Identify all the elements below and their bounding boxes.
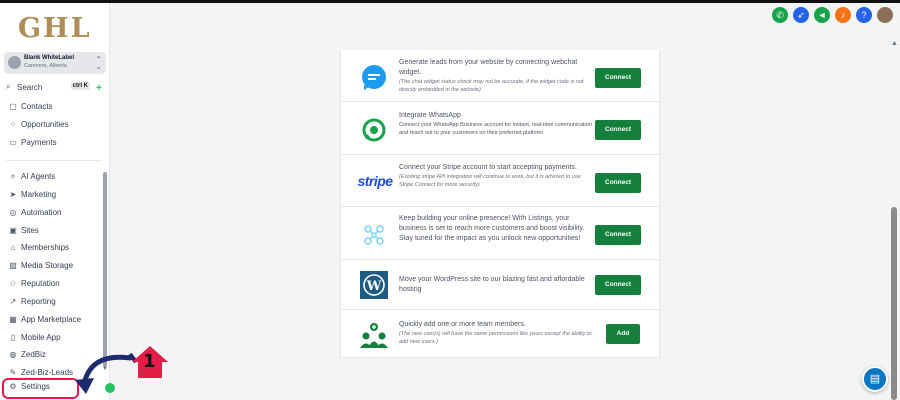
app-logo[interactable]: GHL	[18, 13, 92, 44]
connect-listings-button[interactable]: Connect	[595, 225, 641, 245]
connect-webchat-button[interactable]: Connect	[595, 68, 641, 88]
automation-icon: ◎	[9, 208, 17, 217]
account-avatar-icon	[8, 56, 21, 69]
sidebar-item-reputation[interactable]: ☆ Reputation	[8, 279, 59, 293]
integration-row-team: Quickly add one or more team members. (T…	[341, 310, 661, 358]
app-marketplace-icon: ▦	[9, 315, 17, 324]
bell-icon[interactable]: ♪	[835, 7, 851, 23]
integration-row-wordpress: W Move your WordPress site to our blazin…	[341, 260, 661, 310]
listings-icon	[359, 220, 389, 250]
integration-row-webchat: Generate leads from your website by conn…	[341, 50, 661, 102]
team-members-icon	[359, 320, 389, 350]
sidebar-item-memberships[interactable]: ⌂ Memberships	[8, 243, 69, 257]
integration-description: Move your WordPress site to our blazing …	[399, 276, 585, 293]
sidebar-item-contacts[interactable]: ▢ Contacts	[8, 102, 52, 116]
opportunities-icon: ⁘	[9, 120, 17, 129]
connect-whatsapp-button[interactable]: Connect	[595, 120, 641, 140]
search-icon: ⌕	[6, 82, 11, 91]
webchat-icon	[359, 62, 389, 92]
account-name: Blank WhiteLabel	[24, 55, 75, 61]
integration-note: (The chat widget status check may not be…	[399, 79, 584, 93]
quick-add-icon[interactable]: +	[94, 84, 104, 94]
integration-row-listings: Keep building your online presence! With…	[341, 207, 661, 260]
main-scrollbar[interactable]	[891, 207, 897, 400]
integration-description: Connect your Stripe account to start acc…	[399, 164, 577, 171]
integration-description: Generate leads from your website by conn…	[399, 59, 578, 76]
help-icon[interactable]: ?	[856, 7, 872, 23]
sidebar-scrollbar[interactable]	[103, 172, 107, 367]
media-storage-icon: ▨	[9, 261, 17, 270]
ai-agents-icon: ✧	[9, 172, 17, 181]
integrations-panel: Generate leads from your website by conn…	[340, 50, 661, 358]
account-location: Canmore, Alberta	[24, 63, 67, 69]
integration-description: Connect your WhatsApp Business account f…	[399, 122, 592, 136]
search-label: Search	[17, 83, 43, 92]
reporting-icon: ↗	[9, 297, 17, 306]
stripe-logo: stripe	[357, 166, 393, 196]
annotation-step-number: 1	[143, 351, 156, 372]
phone-icon[interactable]: ✆	[772, 7, 788, 23]
integration-row-whatsapp: Integrate WhatsApp Connect your WhatsApp…	[341, 102, 661, 155]
top-border	[0, 0, 900, 3]
sidebar-item-media-storage[interactable]: ▨ Media Storage	[8, 261, 73, 275]
stripe-logo-text: stripe	[357, 173, 393, 189]
chevron-updown-icon: ⌃ ⌄	[95, 55, 102, 71]
integration-note: (Existing stripe API integration will co…	[399, 174, 581, 188]
integration-description: Quickly add one or more team members.	[399, 321, 526, 328]
sidebar-item-app-marketplace[interactable]: ▦ App Marketplace	[8, 315, 81, 329]
chat-support-icon[interactable]: ▤	[862, 366, 888, 392]
integration-description: Keep building your online presence! With…	[399, 215, 585, 242]
sidebar-item-reporting[interactable]: ↗ Reporting	[8, 297, 56, 311]
add-team-member-button[interactable]: Add	[606, 324, 640, 344]
megaphone-icon[interactable]: ◄	[814, 7, 830, 23]
connect-wordpress-button[interactable]: Connect	[595, 275, 641, 295]
payments-icon: ▭	[9, 138, 17, 147]
account-switcher[interactable]: Blank WhiteLabel Canmore, Alberta ⌃ ⌄	[4, 52, 106, 74]
integration-note: (The new user(s) will have the same perm…	[399, 331, 592, 345]
whatsapp-icon	[359, 115, 389, 145]
sidebar-item-payments[interactable]: ▭ Payments	[8, 138, 56, 152]
sidebar-item-automation[interactable]: ◎ Automation	[8, 208, 62, 222]
wordpress-icon: W	[359, 270, 389, 300]
user-avatar[interactable]	[877, 7, 893, 23]
sidebar-item-zedbiz[interactable]: ◍ ZedBiz	[8, 350, 46, 364]
svg-text:W: W	[366, 279, 382, 294]
sites-icon: ▣	[9, 226, 17, 235]
zedbiz-icon: ◍	[9, 350, 17, 359]
integration-row-stripe: stripe Connect your Stripe account to st…	[341, 155, 661, 207]
connect-stripe-button[interactable]: Connect	[595, 173, 641, 193]
sidebar-item-sites[interactable]: ▣ Sites	[8, 226, 39, 240]
mobile-app-icon: ▯	[10, 333, 16, 342]
contacts-icon: ▢	[9, 102, 17, 111]
search-bar[interactable]: ⌕ Search ctrl K	[4, 81, 92, 95]
integration-title: Integrate WhatsApp	[399, 112, 461, 119]
nav-divider	[6, 160, 102, 161]
sidebar-item-opportunities[interactable]: ⁘ Opportunities	[8, 120, 69, 134]
rocket-icon[interactable]: ➶	[793, 7, 809, 23]
reputation-icon: ☆	[9, 279, 17, 288]
sidebar-item-ai-agents[interactable]: ✧ AI Agents	[8, 172, 56, 186]
zed-biz-leads-icon: ✎	[9, 368, 17, 377]
annotation-arrow-icon	[75, 346, 168, 394]
scroll-up-arrow-icon[interactable]: ▲	[891, 40, 898, 47]
memberships-icon: ⌂	[10, 243, 16, 252]
marketing-icon: ➤	[9, 190, 17, 199]
sidebar-item-mobile-app[interactable]: ▯ Mobile App	[8, 333, 61, 347]
search-shortcut: ctrl K	[70, 82, 90, 90]
sidebar-item-marketing[interactable]: ➤ Marketing	[8, 190, 56, 204]
